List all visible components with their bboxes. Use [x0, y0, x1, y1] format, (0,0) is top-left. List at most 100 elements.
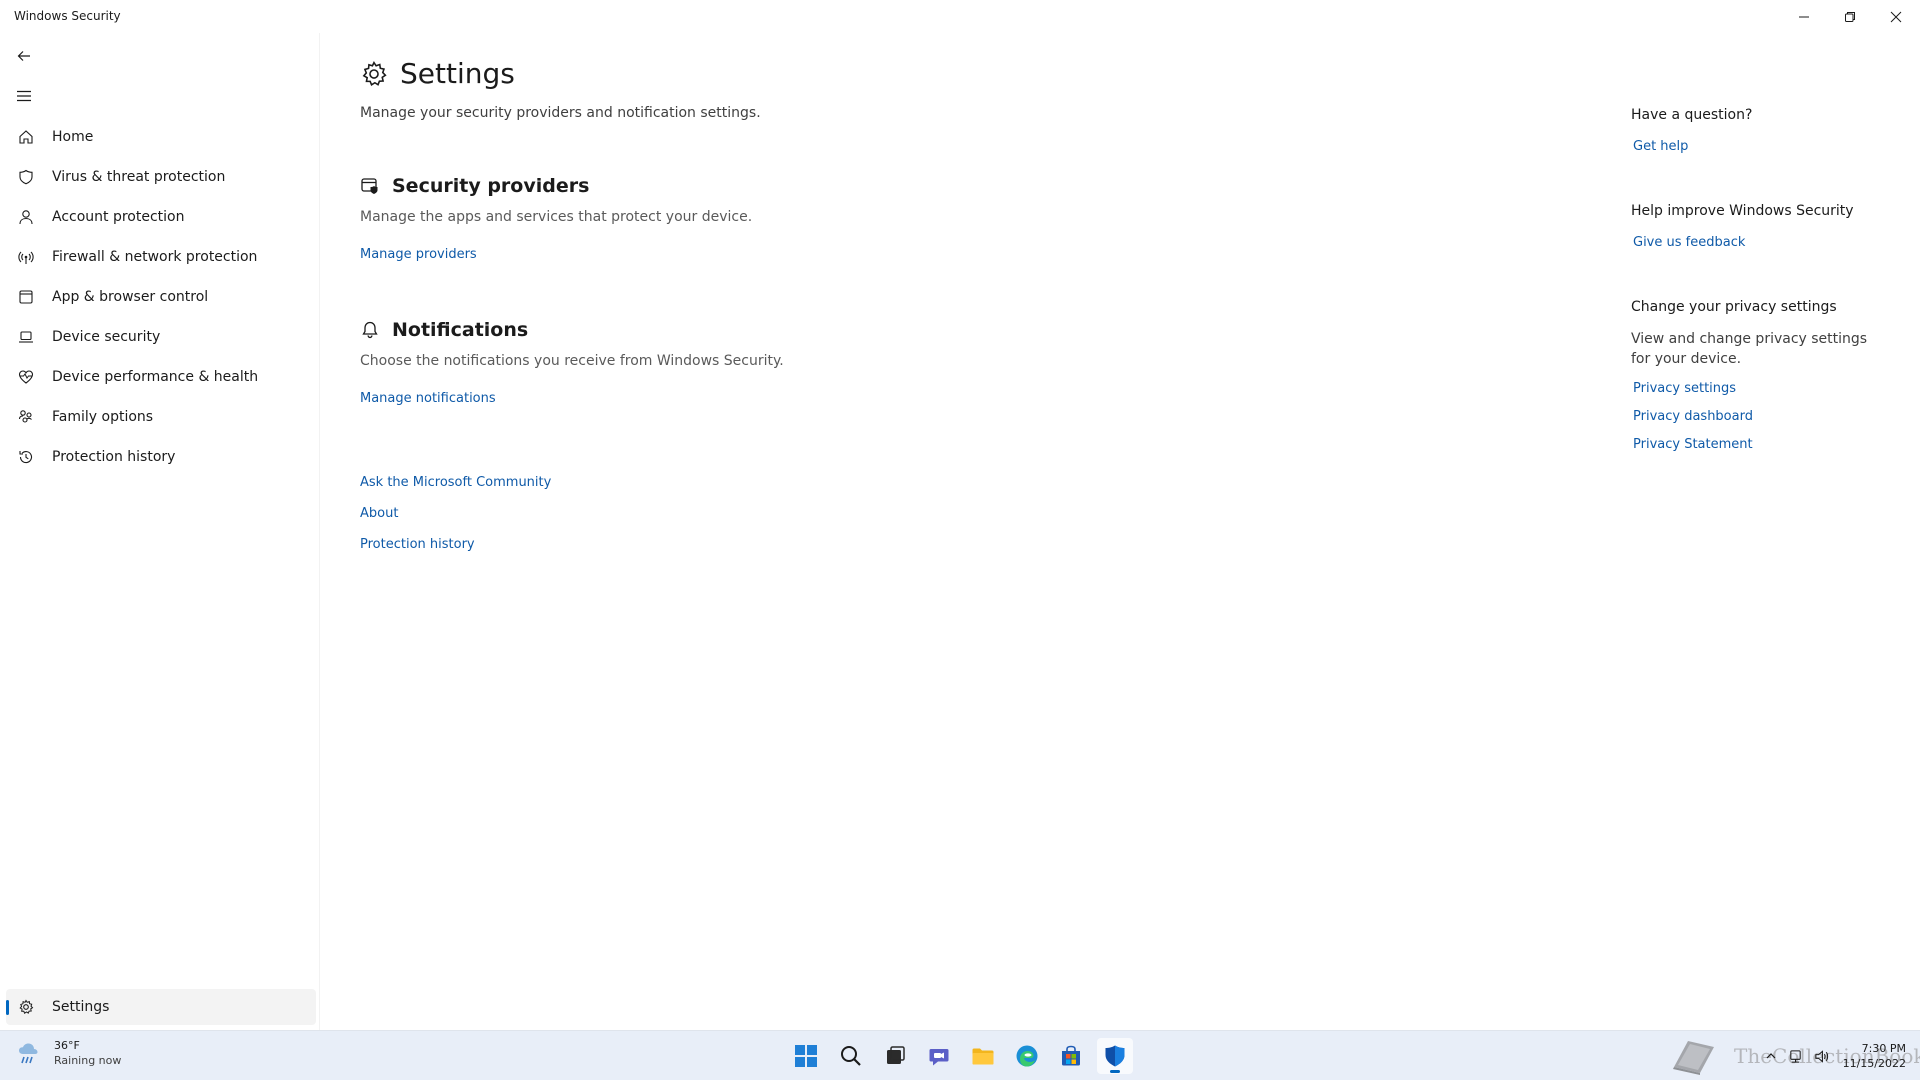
give-feedback-link[interactable]: Give us feedback	[1633, 235, 1745, 250]
page-title: Settings	[400, 57, 515, 90]
weather-condition: Raining now	[54, 1054, 122, 1067]
have-question-heading: Have a question?	[1631, 107, 1753, 123]
page-subtitle: Manage your security providers and notif…	[360, 105, 761, 121]
privacy-settings-link[interactable]: Privacy settings	[1633, 381, 1736, 396]
weather-widget[interactable]: 36°F Raining now	[16, 1039, 121, 1067]
section-title: Security providers	[392, 175, 590, 197]
sidebar-item-app-browser[interactable]: App & browser control	[6, 279, 316, 315]
footer-links: About	[360, 502, 398, 521]
folder-icon	[972, 1048, 994, 1065]
section-description: Manage the apps and services that protec…	[360, 209, 753, 225]
footer-links: Protection history	[360, 533, 475, 552]
privacy-description: View and change privacy settings for you…	[1631, 331, 1868, 367]
sidebar-item-settings[interactable]: Settings	[6, 989, 316, 1025]
system-tray	[1760, 1031, 1834, 1081]
home-icon	[16, 127, 36, 147]
about-link[interactable]: About	[360, 506, 398, 521]
sidebar-item-performance[interactable]: Device performance & health	[6, 359, 316, 395]
sidebar-item-label: Home	[52, 129, 94, 145]
chat-icon	[929, 1049, 949, 1066]
page-header: Settings	[360, 57, 515, 90]
manage-notifications-link[interactable]: Manage notifications	[360, 391, 496, 406]
shield-icon	[1105, 1045, 1125, 1067]
manage-providers-link[interactable]: Manage providers	[360, 247, 477, 262]
history-icon	[16, 447, 36, 467]
show-hidden-icons-button[interactable]	[1760, 1045, 1782, 1067]
weather-temperature: 36°F	[54, 1039, 80, 1052]
taskbar-clock[interactable]: 7:30 PM 11/15/2022	[1843, 1041, 1906, 1071]
task-view-button[interactable]	[877, 1038, 913, 1074]
clock-date: 11/15/2022	[1842, 1057, 1906, 1070]
wireless-icon	[16, 247, 36, 267]
menu-button[interactable]	[10, 82, 38, 110]
sidebar: Home Virus & threat protection Account p…	[0, 33, 320, 1030]
book-logo-icon	[1673, 1041, 1714, 1075]
back-arrow-icon	[17, 51, 30, 61]
clock-time: 7:30 PM	[1861, 1042, 1906, 1055]
minimize-button[interactable]	[1781, 0, 1827, 33]
search-icon	[841, 1046, 861, 1066]
start-button[interactable]	[788, 1038, 824, 1074]
chevron-up-icon	[1766, 1053, 1776, 1059]
file-explorer-button[interactable]	[965, 1038, 1001, 1074]
person-icon	[16, 207, 36, 227]
taskbar: 36°F Raining now TheCollectionBook 7:30 …	[0, 1030, 1920, 1080]
store-button[interactable]	[1053, 1038, 1089, 1074]
minimize-icon	[1799, 16, 1809, 17]
privacy-statement-link[interactable]: Privacy Statement	[1633, 437, 1753, 452]
improve-heading: Help improve Windows Security	[1631, 203, 1854, 219]
bell-icon	[362, 321, 378, 339]
privacy-heading: Change your privacy settings	[1631, 299, 1837, 315]
security-providers-icon	[361, 178, 378, 194]
section-description: Choose the notifications you receive fro…	[360, 353, 784, 369]
windows-security-taskbar-button[interactable]	[1097, 1038, 1133, 1074]
sidebar-item-label: Device security	[52, 329, 161, 345]
sidebar-item-virus-threat[interactable]: Virus & threat protection	[6, 159, 316, 195]
volume-icon[interactable]	[1808, 1045, 1834, 1067]
store-icon	[1062, 1045, 1080, 1066]
edge-icon	[1016, 1045, 1038, 1067]
privacy-dashboard-link[interactable]: Privacy dashboard	[1633, 409, 1753, 424]
restore-button[interactable]	[1827, 0, 1873, 33]
hamburger-icon	[17, 90, 31, 102]
sidebar-item-label: Family options	[52, 409, 154, 425]
sidebar-item-label: Account protection	[52, 209, 185, 225]
close-icon	[1890, 11, 1902, 22]
sidebar-item-label: Settings	[52, 999, 110, 1015]
footer-links: Ask the Microsoft Community	[360, 471, 551, 490]
gear-icon	[362, 60, 387, 86]
section-title: Notifications	[392, 319, 529, 341]
rain-cloud-icon	[19, 1043, 38, 1064]
sidebar-item-device-security[interactable]: Device security	[6, 319, 316, 355]
sidebar-item-home[interactable]: Home	[6, 119, 316, 155]
windows-logo-icon	[795, 1045, 817, 1067]
sidebar-item-label: Protection history	[52, 449, 176, 465]
edge-browser-button[interactable]	[1009, 1038, 1045, 1074]
sidebar-item-label: Device performance & health	[52, 369, 259, 385]
main-content: Settings Manage your security providers …	[320, 33, 1920, 1030]
ask-community-link[interactable]: Ask the Microsoft Community	[360, 475, 551, 490]
chat-button[interactable]	[921, 1038, 957, 1074]
gear-icon	[16, 997, 36, 1017]
title-bar: Windows Security	[0, 0, 1920, 33]
back-button[interactable]	[10, 42, 38, 70]
shield-icon	[16, 167, 36, 187]
notifications-section: Notifications Choose the notifications y…	[360, 319, 784, 406]
close-button[interactable]	[1873, 0, 1919, 33]
protection-history-link[interactable]: Protection history	[360, 537, 475, 552]
laptop-icon	[16, 327, 36, 347]
sidebar-item-label: Firewall & network protection	[52, 249, 258, 265]
sidebar-item-firewall[interactable]: Firewall & network protection	[6, 239, 316, 275]
window-title: Windows Security	[14, 9, 121, 23]
restore-icon	[1845, 11, 1855, 22]
get-help-link[interactable]: Get help	[1633, 139, 1688, 154]
sidebar-item-protection-history[interactable]: Protection history	[6, 439, 316, 475]
task-view-icon	[887, 1046, 905, 1064]
network-icon[interactable]	[1782, 1045, 1808, 1067]
family-icon	[16, 407, 36, 427]
heart-pulse-icon	[16, 367, 36, 387]
sidebar-item-family[interactable]: Family options	[6, 399, 316, 435]
taskbar-search-button[interactable]	[833, 1038, 869, 1074]
sidebar-item-label: Virus & threat protection	[52, 169, 226, 185]
sidebar-item-account[interactable]: Account protection	[6, 199, 316, 235]
